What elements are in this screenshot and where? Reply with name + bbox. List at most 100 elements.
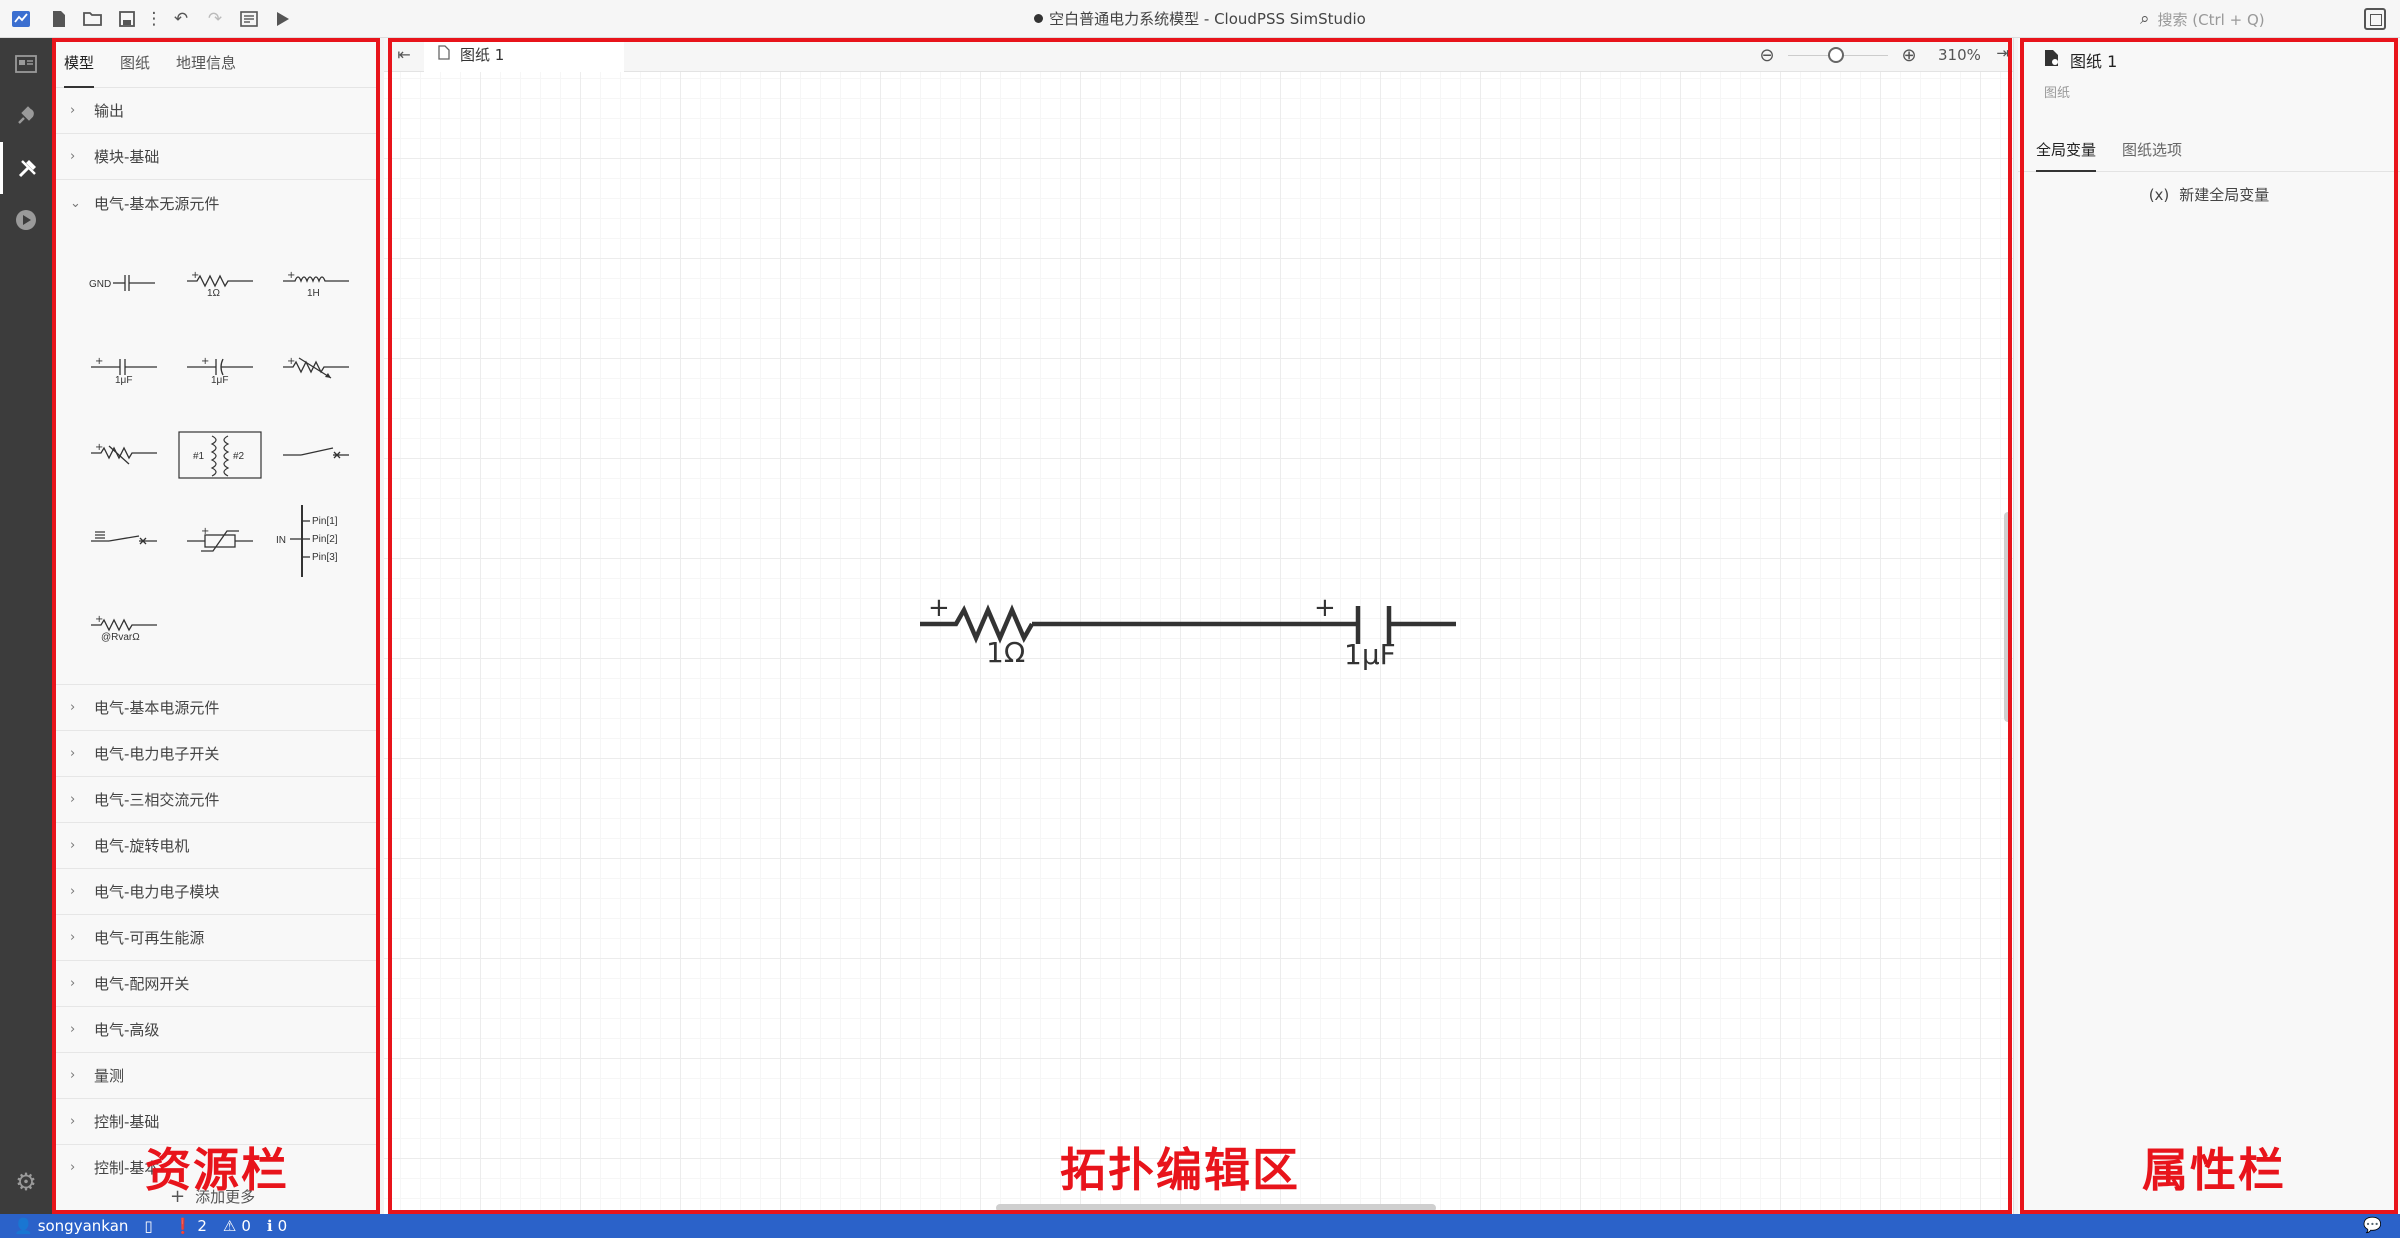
- activity-bar: ⚙: [0, 38, 52, 1214]
- category-label: 电气-电力电子模块: [94, 883, 220, 901]
- properties-panel: 图纸 1 图纸 全局变量 图纸选项 (x) 新建全局变量: [2018, 38, 2400, 1214]
- capacitor-component[interactable]: + 1μF: [1314, 593, 1456, 671]
- category-label: 量测: [94, 1067, 125, 1085]
- category-rotating-machines[interactable]: › 电气-旋转电机: [54, 823, 379, 869]
- undo-icon[interactable]: ↶: [164, 0, 198, 38]
- svg-text:+: +: [287, 270, 295, 281]
- tab-model[interactable]: 模型: [64, 38, 95, 88]
- category-advanced[interactable]: › 电气-高级: [54, 1007, 379, 1053]
- chevron-right-icon: ›: [70, 1114, 76, 1129]
- resistor-icon[interactable]: +1Ω: [172, 240, 268, 326]
- inductor-icon[interactable]: +1H: [268, 240, 364, 326]
- unsaved-dot-icon: [1034, 14, 1044, 23]
- checklist-icon[interactable]: [232, 0, 266, 38]
- variable-resistor-icon[interactable]: +: [76, 412, 172, 498]
- open-folder-icon[interactable]: [76, 0, 110, 38]
- category-label: 电气-三相交流元件: [94, 791, 220, 809]
- zoom-slider-knob[interactable]: [1828, 46, 1844, 63]
- category-output[interactable]: › 输出: [54, 88, 379, 134]
- horizontal-scrollbar[interactable]: [996, 1204, 1436, 1212]
- category-label: 控制-基础: [94, 1113, 160, 1131]
- error-icon: ❗: [173, 1217, 193, 1235]
- component-label: 1μF: [211, 375, 228, 386]
- breaker-icon[interactable]: [76, 498, 172, 584]
- variable-resistor-icon[interactable]: +: [268, 326, 364, 412]
- zoom-control: ⊖ ⊕ 310%: [1754, 38, 1980, 72]
- tools-icon[interactable]: [0, 142, 52, 194]
- feedback-icon[interactable]: 💬: [2363, 1216, 2382, 1234]
- collapse-left-icon[interactable]: ⇤: [384, 45, 424, 64]
- switch-icon[interactable]: [268, 412, 364, 498]
- tab-global-variables[interactable]: 全局变量: [2036, 128, 2097, 172]
- tab-drawing-1[interactable]: 图纸 1: [424, 38, 624, 72]
- chevron-right-icon: ›: [70, 103, 76, 118]
- new-global-variable-button[interactable]: (x) 新建全局变量: [2018, 184, 2400, 205]
- user-status[interactable]: 👤 songyankan: [14, 1217, 128, 1235]
- category-power-sources[interactable]: › 电气-基本电源元件: [54, 685, 379, 731]
- zoom-out-icon[interactable]: ⊖: [1754, 45, 1780, 66]
- search-icon: ⌕: [2140, 9, 2150, 29]
- category-three-phase[interactable]: › 电气-三相交流元件: [54, 777, 379, 823]
- zoom-slider[interactable]: [1788, 46, 1888, 63]
- redo-icon[interactable]: ↷: [198, 0, 232, 38]
- save-icon[interactable]: [110, 0, 144, 38]
- capacitor-icon[interactable]: +1μF: [76, 326, 172, 412]
- new-file-icon[interactable]: [42, 0, 76, 38]
- chevron-right-icon: ›: [70, 976, 76, 991]
- svg-text:Pin[3]: Pin[3]: [312, 552, 338, 563]
- tab-drawing-options[interactable]: 图纸选项: [2122, 128, 2182, 171]
- zoom-in-icon[interactable]: ⊕: [1896, 45, 1922, 66]
- capacitor-icon[interactable]: +1μF: [172, 326, 268, 412]
- bus-pin-icon[interactable]: IN Pin[1] Pin[2] Pin[3]: [268, 498, 364, 584]
- surge-arrester-icon[interactable]: +: [172, 498, 268, 584]
- document-icon: [438, 45, 450, 64]
- transformer-icon[interactable]: #1 #2: [172, 412, 268, 498]
- tab-drawing[interactable]: 图纸: [120, 38, 150, 88]
- chevron-right-icon: ›: [70, 884, 76, 899]
- chevron-right-icon: ›: [70, 1068, 76, 1083]
- component-label: 1Ω: [207, 288, 221, 299]
- resistor-component[interactable]: + 1Ω: [920, 593, 1034, 669]
- resistor-icon[interactable]: + @RvarΩ: [76, 584, 172, 670]
- device-status[interactable]: ▯: [144, 1217, 157, 1235]
- category-label: 模块-基础: [94, 148, 160, 166]
- category-power-electronics-module[interactable]: › 电气-电力电子模块: [54, 869, 379, 915]
- drawing-canvas[interactable]: + 1Ω + 1μF: [384, 72, 2013, 1214]
- category-label: 电气-基本电源元件: [94, 699, 220, 717]
- settings-gear-icon[interactable]: ⚙: [0, 1156, 52, 1208]
- chevron-right-icon: ›: [70, 792, 76, 807]
- category-measurement[interactable]: › 量测: [54, 1053, 379, 1099]
- collapse-right-icon[interactable]: ⇥: [1996, 44, 2009, 62]
- resistor-plus-sign: +: [928, 593, 950, 623]
- tab-geo-info[interactable]: 地理信息: [176, 38, 236, 88]
- component-label: 1H: [307, 288, 320, 299]
- category-module-basic[interactable]: › 模块-基础: [54, 134, 379, 180]
- infos-status[interactable]: ℹ0: [267, 1217, 287, 1235]
- resource-panel: 模型 图纸 地理信息 › 输出 › 模块-基础 ⌄ 电气-基本无源元件 GND +1Ω…: [54, 38, 380, 1214]
- category-distribution-switch[interactable]: › 电气-配网开关: [54, 961, 379, 1007]
- plugin-icon[interactable]: [0, 90, 52, 142]
- errors-status[interactable]: ❗ 2: [174, 1217, 207, 1235]
- category-passive-components[interactable]: ⌄ 电气-基本无源元件: [54, 180, 379, 226]
- svg-text:IN: IN: [276, 535, 286, 546]
- category-renewable[interactable]: › 电气-可再生能源: [54, 915, 379, 961]
- category-power-electronics-switch[interactable]: › 电气-电力电子开关: [54, 731, 379, 777]
- search-box[interactable]: ⌕ 搜索 (Ctrl + Q): [2140, 5, 2350, 33]
- username: songyankan: [37, 1217, 129, 1235]
- warnings-status[interactable]: ⚠ 0: [223, 1217, 251, 1235]
- search-placeholder: 搜索 (Ctrl + Q): [2157, 10, 2265, 29]
- more-vertical-icon[interactable]: ⋮: [144, 0, 164, 38]
- component-label: GND: [89, 279, 111, 290]
- run-icon[interactable]: [266, 0, 300, 38]
- vertical-scrollbar[interactable]: [2004, 512, 2012, 722]
- category-label: 电气-高级: [94, 1021, 160, 1039]
- ground-icon[interactable]: GND: [76, 240, 172, 326]
- fullscreen-icon[interactable]: [2364, 8, 2386, 30]
- chevron-right-icon: ›: [70, 149, 76, 164]
- errors-count: 2: [197, 1217, 207, 1235]
- simulation-play-icon[interactable]: [0, 194, 52, 246]
- properties-subtitle: 图纸: [2044, 86, 2071, 101]
- capacitor-value-label: 1μF: [1344, 638, 1396, 671]
- app-logo-icon[interactable]: [0, 0, 42, 38]
- overview-icon[interactable]: [0, 38, 52, 90]
